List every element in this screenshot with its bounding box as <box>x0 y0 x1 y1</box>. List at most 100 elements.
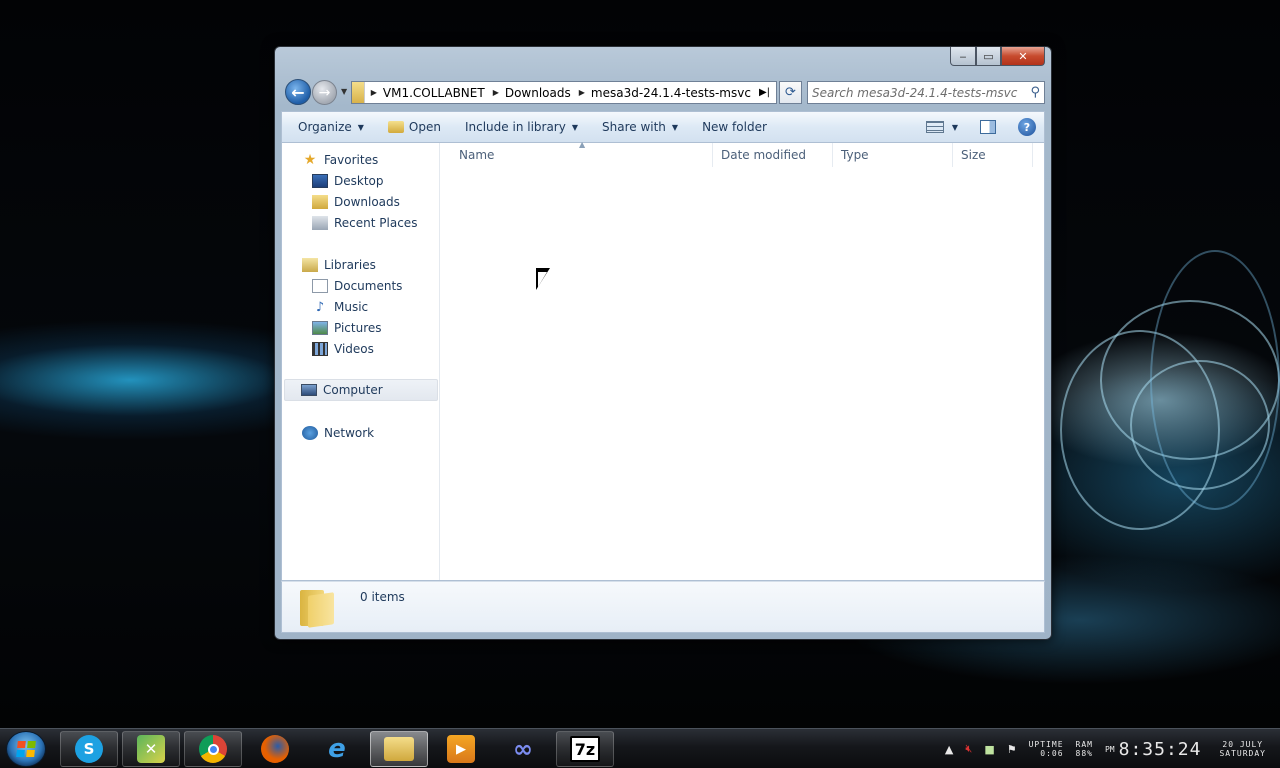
chevron-down-icon: ▼ <box>671 122 679 132</box>
star-icon: ★ <box>303 152 317 168</box>
taskbar-media-player[interactable]: ▶ <box>432 731 490 767</box>
nav-item-network[interactable]: Network <box>302 426 374 440</box>
nav-item-libraries[interactable]: Libraries <box>302 258 376 272</box>
chrome-icon <box>199 735 227 763</box>
skype-icon: S <box>75 735 103 763</box>
navigation-pane: ★ Favorites Desktop Downloads Recent Plac… <box>282 143 440 580</box>
nav-item-downloads[interactable]: Downloads <box>312 195 400 209</box>
taskbar-skype[interactable]: S <box>60 731 118 767</box>
folder-icon <box>352 82 365 103</box>
nav-item-recent-places[interactable]: Recent Places <box>312 216 417 230</box>
clock-date[interactable]: 20 JULY SATURDAY <box>1219 740 1266 758</box>
taskbar-windows-explorer[interactable] <box>370 731 428 767</box>
network-icon <box>302 426 318 440</box>
downloads-folder-icon <box>312 195 328 209</box>
maximize-button[interactable]: ▭ <box>976 47 1001 66</box>
music-icon: ♪ <box>315 299 325 315</box>
wallpaper-swirl <box>1150 250 1280 510</box>
mouse-cursor-fill <box>538 272 547 287</box>
column-header-type[interactable]: Type <box>833 143 953 167</box>
uptime-gadget: UPTIME 0:06 <box>1028 740 1064 758</box>
nav-item-pictures[interactable]: Pictures <box>312 321 382 335</box>
search-input[interactable]: Search mesa3d-24.1.4-tests-msvc ⚲ <box>807 81 1045 104</box>
column-header-name[interactable]: Name <box>441 143 713 167</box>
windows-explorer-icon <box>384 737 414 761</box>
infinity-app-icon: ∞ <box>513 735 533 763</box>
details-pane: 0 items <box>281 581 1045 633</box>
nav-item-videos[interactable]: Videos <box>312 342 374 356</box>
computer-icon <box>301 384 317 396</box>
address-bar[interactable]: ▶ VM1.COLLABNET ▶ Downloads ▶ mesa3d-24.1.4… <box>351 81 777 104</box>
file-list: ▲ Name Date modified Type Size <box>441 140 1044 580</box>
nav-item-desktop[interactable]: Desktop <box>312 174 384 188</box>
new-folder-button[interactable]: New folder <box>694 112 775 142</box>
window-controls: ‒ ▭ ✕ <box>950 47 1045 66</box>
windows-logo-icon <box>16 741 36 757</box>
firefox-icon <box>261 735 289 763</box>
clock-time[interactable]: 8:35:24 <box>1119 739 1202 760</box>
internet-explorer-icon: e <box>328 734 346 764</box>
taskbar: S ✕ e ▶ ∞ 7z ▲ 🔇︎ ■ ⚑ UPTIME 0:06 RAM 88… <box>0 728 1280 768</box>
change-view-icon[interactable] <box>925 121 944 133</box>
breadcrumb-item[interactable]: ▶ Downloads <box>493 86 571 100</box>
taskbar-internet-explorer[interactable]: e <box>308 731 366 767</box>
system-tray: ▲ 🔇︎ ■ ⚑ UPTIME 0:06 RAM 88% PM 8:35:24 … <box>945 729 1280 768</box>
content-area: ★ Favorites Desktop Downloads Recent Plac… <box>281 140 1045 581</box>
breadcrumb-overflow-icon[interactable]: ▶| <box>759 87 770 98</box>
help-icon[interactable]: ? <box>1018 118 1036 136</box>
recent-pages-dropdown[interactable]: ▼ <box>341 87 347 96</box>
forward-button[interactable]: → <box>312 80 337 105</box>
breadcrumb-item[interactable]: ▶ VM1.COLLABNET <box>371 86 485 100</box>
item-count: 0 items <box>360 590 405 604</box>
organize-menu[interactable]: Organize ▼ <box>290 112 372 142</box>
chevron-right-icon[interactable]: ▶ <box>371 88 377 97</box>
volume-muted-icon[interactable]: 🔇︎ <box>965 742 972 756</box>
remote-users-icon: ✕ <box>137 735 165 763</box>
chevron-down-icon[interactable]: ▼ <box>952 123 958 132</box>
taskbar-chrome[interactable] <box>184 731 242 767</box>
taskbar-7zip[interactable]: 7z <box>556 731 614 767</box>
back-button[interactable]: ← <box>285 79 311 105</box>
videos-icon <box>312 342 328 356</box>
explorer-window: ‒ ▭ ✕ ← → ▼ ▶ VM1.COLLABNET ▶ Downloads ▶ m… <box>274 46 1052 640</box>
nav-item-favorites[interactable]: ★ Favorites <box>302 152 379 168</box>
close-button[interactable]: ✕ <box>1001 47 1045 66</box>
7zip-icon: 7z <box>570 736 600 762</box>
desktop-icon <box>312 174 328 188</box>
ram-gadget: RAM 88% <box>1075 740 1093 758</box>
action-center-flag-icon[interactable]: ⚑ <box>1007 743 1017 756</box>
taskbar-infinity-app[interactable]: ∞ <box>494 731 552 767</box>
chevron-right-icon[interactable]: ▶ <box>579 88 585 97</box>
nav-item-computer[interactable]: Computer <box>284 379 438 401</box>
chevron-down-icon: ▼ <box>571 122 578 132</box>
minimize-button[interactable]: ‒ <box>950 47 976 66</box>
show-hidden-icons-icon[interactable]: ▲ <box>945 743 953 756</box>
clock-ampm: PM <box>1104 744 1115 754</box>
media-player-icon: ▶ <box>447 735 475 763</box>
libraries-icon <box>302 258 318 272</box>
folder-icon <box>300 590 338 628</box>
taskbar-firefox[interactable] <box>246 731 304 767</box>
toolbar-right: ▼ ? <box>925 118 1044 136</box>
search-icon[interactable]: ⚲ <box>1030 85 1040 100</box>
chevron-down-icon: ▼ <box>357 122 364 132</box>
nav-item-documents[interactable]: Documents <box>312 279 402 293</box>
nav-item-music[interactable]: ♪ Music <box>312 299 368 315</box>
arrow-right-icon: → <box>318 84 331 101</box>
navigation-bar: ← → ▼ ▶ VM1.COLLABNET ▶ Downloads ▶ mesa3d-… <box>283 77 1045 107</box>
open-button[interactable]: Open <box>380 112 449 142</box>
recent-places-icon <box>312 216 328 230</box>
tray-app-icon[interactable]: ■ <box>984 743 994 756</box>
refresh-button[interactable]: ⟳ <box>779 81 802 104</box>
share-with-menu[interactable]: Share with ▼ <box>594 112 686 142</box>
open-folder-icon <box>387 121 404 133</box>
include-in-library-menu[interactable]: Include in library ▼ <box>457 112 586 142</box>
refresh-icon: ⟳ <box>785 85 796 100</box>
taskbar-remote-users[interactable]: ✕ <box>122 731 180 767</box>
start-button[interactable] <box>6 731 46 767</box>
breadcrumb-item[interactable]: ▶ mesa3d-24.1.4-tests-msvc <box>579 86 751 100</box>
chevron-right-icon[interactable]: ▶ <box>493 88 499 97</box>
column-header-size[interactable]: Size <box>953 143 1033 167</box>
preview-pane-icon[interactable] <box>980 120 996 134</box>
column-header-date-modified[interactable]: Date modified <box>713 143 833 167</box>
